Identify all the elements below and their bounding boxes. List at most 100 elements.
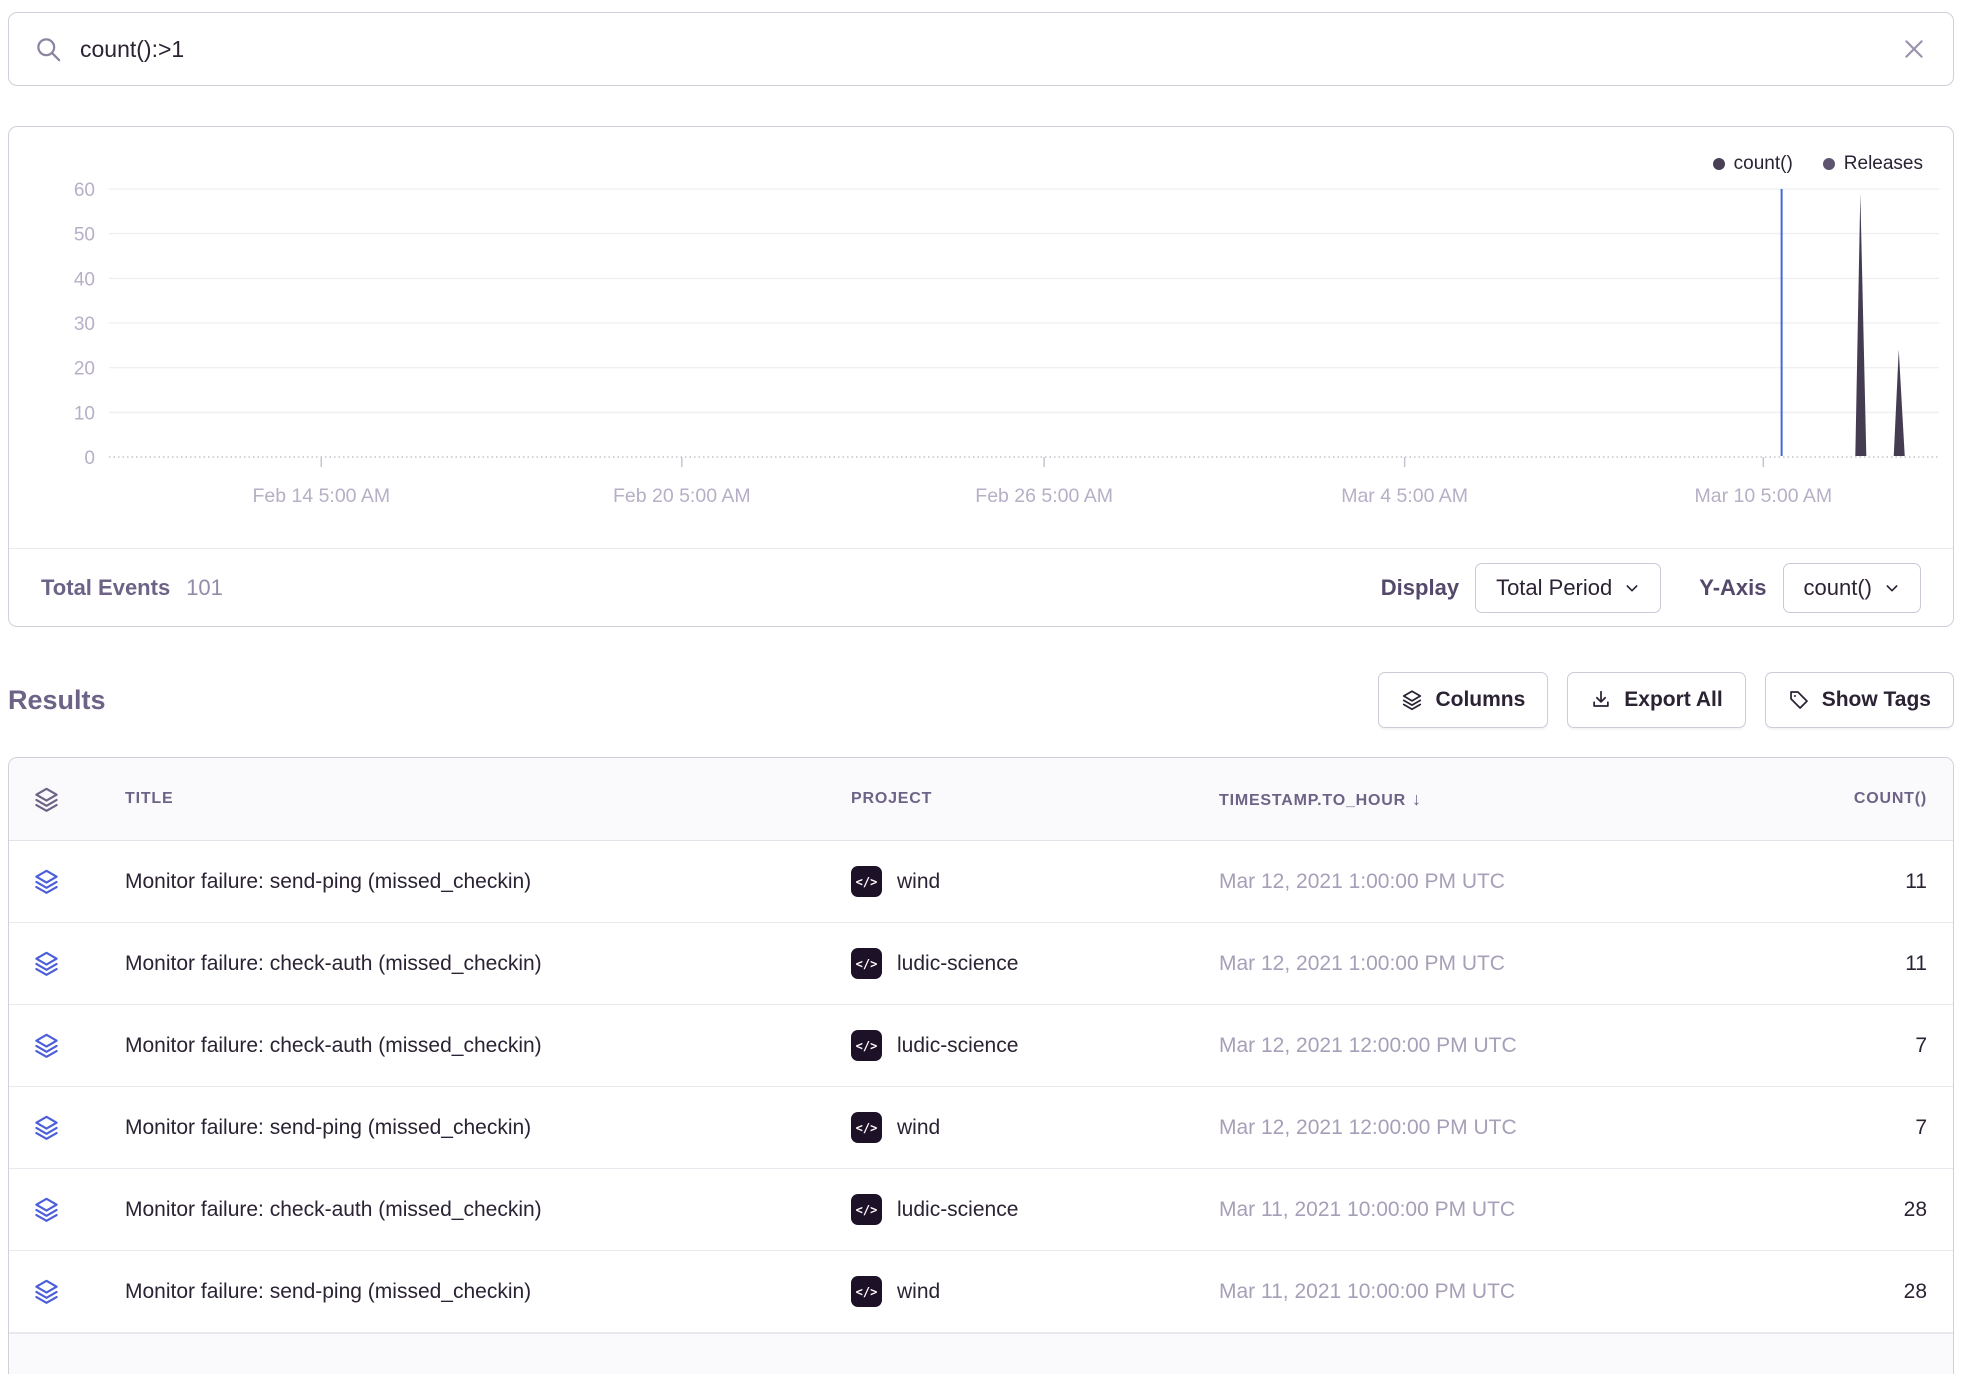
export-all-button-label: Export All — [1624, 688, 1722, 712]
event-title-link[interactable]: Monitor failure: send-ping (missed_check… — [125, 1280, 531, 1303]
search-input[interactable] — [80, 36, 1883, 63]
event-title-link[interactable]: Monitor failure: send-ping (missed_check… — [125, 1116, 531, 1139]
timestamp-cell: Mar 11, 2021 10:00:00 PM UTC — [1219, 1198, 1727, 1222]
display-dropdown[interactable]: Total Period — [1475, 563, 1661, 613]
events-chart[interactable]: count() Releases 0 10 20 30 40 50 60 Feb 14 5:0… — [9, 127, 1953, 548]
svg-text:10: 10 — [74, 403, 95, 424]
platform-code-icon: </> — [851, 866, 882, 897]
search-bar — [8, 12, 1954, 86]
legend-dot-count — [1713, 158, 1725, 170]
platform-code-icon: </> — [851, 1276, 882, 1307]
column-header-timestamp[interactable]: TIMESTAMP.TO_HOUR ↓ — [1219, 789, 1727, 810]
svg-text:60: 60 — [74, 180, 95, 201]
yaxis-label: Y-Axis — [1699, 575, 1766, 601]
timestamp-cell: Mar 12, 2021 1:00:00 PM UTC — [1219, 952, 1727, 976]
legend-label: Releases — [1844, 153, 1923, 175]
search-icon — [35, 36, 62, 63]
event-title-link[interactable]: Monitor failure: send-ping (missed_check… — [125, 870, 531, 893]
layers-icon — [1401, 689, 1423, 711]
chart-legend: count() Releases — [1713, 153, 1923, 175]
platform-code-icon: </> — [851, 1030, 882, 1061]
table-row: Monitor failure: send-ping (missed_check… — [9, 1251, 1953, 1333]
timestamp-cell: Mar 11, 2021 10:00:00 PM UTC — [1219, 1280, 1727, 1304]
table-body: Monitor failure: send-ping (missed_check… — [9, 841, 1953, 1333]
legend-dot-releases — [1823, 158, 1835, 170]
platform-code-icon: </> — [851, 1112, 882, 1143]
svg-text:Feb 26 5:00 AM: Feb 26 5:00 AM — [975, 485, 1113, 507]
show-tags-button[interactable]: Show Tags — [1765, 672, 1954, 728]
stack-events-icon[interactable] — [33, 1278, 60, 1305]
column-header-title[interactable]: TITLE — [111, 790, 851, 808]
tag-icon — [1788, 689, 1810, 711]
timestamp-cell: Mar 12, 2021 12:00:00 PM UTC — [1219, 1034, 1727, 1058]
sort-desc-icon: ↓ — [1412, 789, 1422, 809]
chevron-down-icon — [1624, 580, 1640, 596]
project-name: ludic-science — [897, 1034, 1018, 1058]
clear-search-icon[interactable] — [1901, 36, 1927, 62]
count-cell: 7 — [1727, 1116, 1927, 1140]
svg-text:Mar 10 5:00 AM: Mar 10 5:00 AM — [1694, 485, 1832, 507]
project-name: ludic-science — [897, 1198, 1018, 1222]
svg-text:50: 50 — [74, 225, 95, 246]
export-all-button[interactable]: Export All — [1567, 672, 1745, 728]
results-bar: Results Columns Export All Show Tags — [8, 670, 1954, 730]
table-row: Monitor failure: send-ping (missed_check… — [9, 1087, 1953, 1169]
chart-footer: Total Events 101 Display Total Period Y-… — [9, 548, 1953, 626]
columns-button-label: Columns — [1435, 688, 1525, 712]
timestamp-cell: Mar 12, 2021 12:00:00 PM UTC — [1219, 1116, 1727, 1140]
download-icon — [1590, 689, 1612, 711]
results-table: TITLE PROJECT TIMESTAMP.TO_HOUR ↓ COUNT()… — [8, 757, 1954, 1374]
legend-item-releases[interactable]: Releases — [1823, 153, 1923, 175]
project-name: wind — [897, 1116, 940, 1140]
svg-text:20: 20 — [74, 359, 95, 380]
table-row: Monitor failure: check-auth (missed_chec… — [9, 923, 1953, 1005]
table-row: Monitor failure: send-ping (missed_check… — [9, 841, 1953, 923]
project-name: ludic-science — [897, 952, 1018, 976]
column-header-project[interactable]: PROJECT — [851, 790, 1219, 808]
platform-code-icon: </> — [851, 948, 882, 979]
project-name: wind — [897, 1280, 940, 1304]
chart-canvas: 0 10 20 30 40 50 60 Feb 14 5:00 AM Feb 20 5:00 A… — [9, 127, 1948, 537]
count-cell: 7 — [1727, 1034, 1927, 1058]
table-header-row: TITLE PROJECT TIMESTAMP.TO_HOUR ↓ COUNT() — [9, 758, 1953, 841]
svg-text:Feb 20 5:00 AM: Feb 20 5:00 AM — [613, 485, 751, 507]
stack-events-icon[interactable] — [33, 950, 60, 977]
chevron-down-icon — [1884, 580, 1900, 596]
svg-text:Feb 14 5:00 AM: Feb 14 5:00 AM — [252, 485, 390, 507]
stack-events-icon[interactable] — [33, 1114, 60, 1141]
legend-label: count() — [1734, 153, 1793, 175]
table-row: Monitor failure: check-auth (missed_chec… — [9, 1169, 1953, 1251]
events-chart-panel: count() Releases 0 10 20 30 40 50 60 Feb 14 5:0… — [8, 126, 1954, 627]
svg-text:30: 30 — [74, 314, 95, 335]
total-events-label: Total Events — [41, 575, 170, 601]
column-header-timestamp-label: TIMESTAMP.TO_HOUR — [1219, 792, 1406, 809]
platform-code-icon: </> — [851, 1194, 882, 1225]
event-title-link[interactable]: Monitor failure: check-auth (missed_chec… — [125, 952, 542, 975]
column-header-count[interactable]: COUNT() — [1727, 790, 1927, 808]
svg-text:40: 40 — [74, 269, 95, 290]
svg-text:Mar 4 5:00 AM: Mar 4 5:00 AM — [1341, 485, 1468, 507]
count-cell: 11 — [1727, 952, 1927, 976]
table-row: Monitor failure: check-auth (missed_chec… — [9, 1005, 1953, 1087]
results-heading: Results — [8, 685, 106, 716]
count-cell: 28 — [1727, 1280, 1927, 1304]
stack-events-icon[interactable] — [33, 1032, 60, 1059]
stack-events-header-icon[interactable] — [33, 786, 60, 813]
columns-button[interactable]: Columns — [1378, 672, 1548, 728]
table-footer — [9, 1333, 1953, 1374]
legend-item-count[interactable]: count() — [1713, 153, 1793, 175]
total-events-value: 101 — [186, 575, 223, 601]
stack-events-icon[interactable] — [33, 1196, 60, 1223]
yaxis-dropdown[interactable]: count() — [1783, 563, 1921, 613]
count-cell: 28 — [1727, 1198, 1927, 1222]
count-series-spike[interactable] — [1855, 193, 1866, 456]
show-tags-button-label: Show Tags — [1822, 688, 1931, 712]
svg-text:0: 0 — [84, 448, 95, 469]
count-series-spike[interactable] — [1894, 350, 1905, 456]
stack-events-icon[interactable] — [33, 868, 60, 895]
event-title-link[interactable]: Monitor failure: check-auth (missed_chec… — [125, 1034, 542, 1057]
count-cell: 11 — [1727, 870, 1927, 894]
display-label: Display — [1381, 575, 1459, 601]
event-title-link[interactable]: Monitor failure: check-auth (missed_chec… — [125, 1198, 542, 1221]
project-name: wind — [897, 870, 940, 894]
